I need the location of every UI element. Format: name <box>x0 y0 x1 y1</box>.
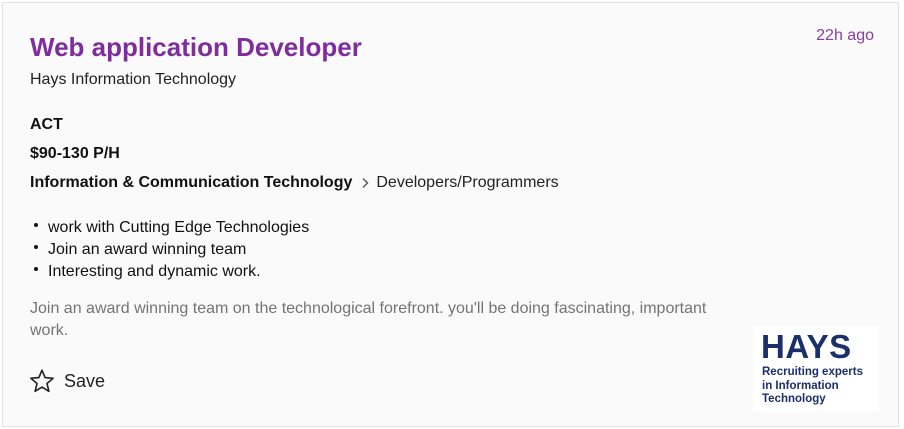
selling-points-list: work with Cutting Edge Technologies Join… <box>30 217 309 283</box>
star-outline-icon <box>30 369 54 393</box>
list-item: Interesting and dynamic work. <box>30 261 309 283</box>
bullet-icon <box>34 223 38 227</box>
selling-point: Join an award winning team <box>48 241 247 258</box>
job-salary: $90-130 P/H <box>30 145 120 162</box>
logo-brand: HAYS <box>761 328 852 365</box>
list-item: Join an award winning team <box>30 239 309 261</box>
logo-tagline-line: Technology <box>762 393 826 405</box>
logo-tagline-line: in Information <box>762 379 839 392</box>
job-teaser: Join an award winning team on the techno… <box>30 300 707 339</box>
subclassification-link[interactable]: Developers/Programmers <box>376 173 558 193</box>
bullet-icon <box>34 267 38 271</box>
logo-tagline-line: Recruiting experts <box>762 366 863 378</box>
job-location[interactable]: ACT <box>30 115 63 135</box>
job-card[interactable]: Web application Developer 22h ago Hays I… <box>2 2 899 427</box>
classification-link[interactable]: Information & Communication Technology <box>30 173 352 193</box>
chevron-right-icon <box>362 178 369 188</box>
selling-point: Interesting and dynamic work. <box>48 263 261 280</box>
company-logo[interactable]: HAYS Recruiting experts in Information T… <box>753 326 879 411</box>
company-link[interactable]: Hays Information Technology <box>30 70 236 90</box>
selling-point: work with Cutting Edge Technologies <box>48 219 310 236</box>
list-item: work with Cutting Edge Technologies <box>30 217 309 239</box>
posted-time: 22h ago <box>816 27 874 44</box>
save-label: Save <box>64 371 106 391</box>
save-button[interactable]: Save <box>29 368 105 394</box>
bullet-icon <box>34 245 38 249</box>
job-title-link[interactable]: Web application Developer <box>30 30 362 64</box>
job-classification: Information & Communication Technology D… <box>30 173 559 193</box>
logo-tagline: Recruiting experts in Information Techno… <box>762 366 877 407</box>
